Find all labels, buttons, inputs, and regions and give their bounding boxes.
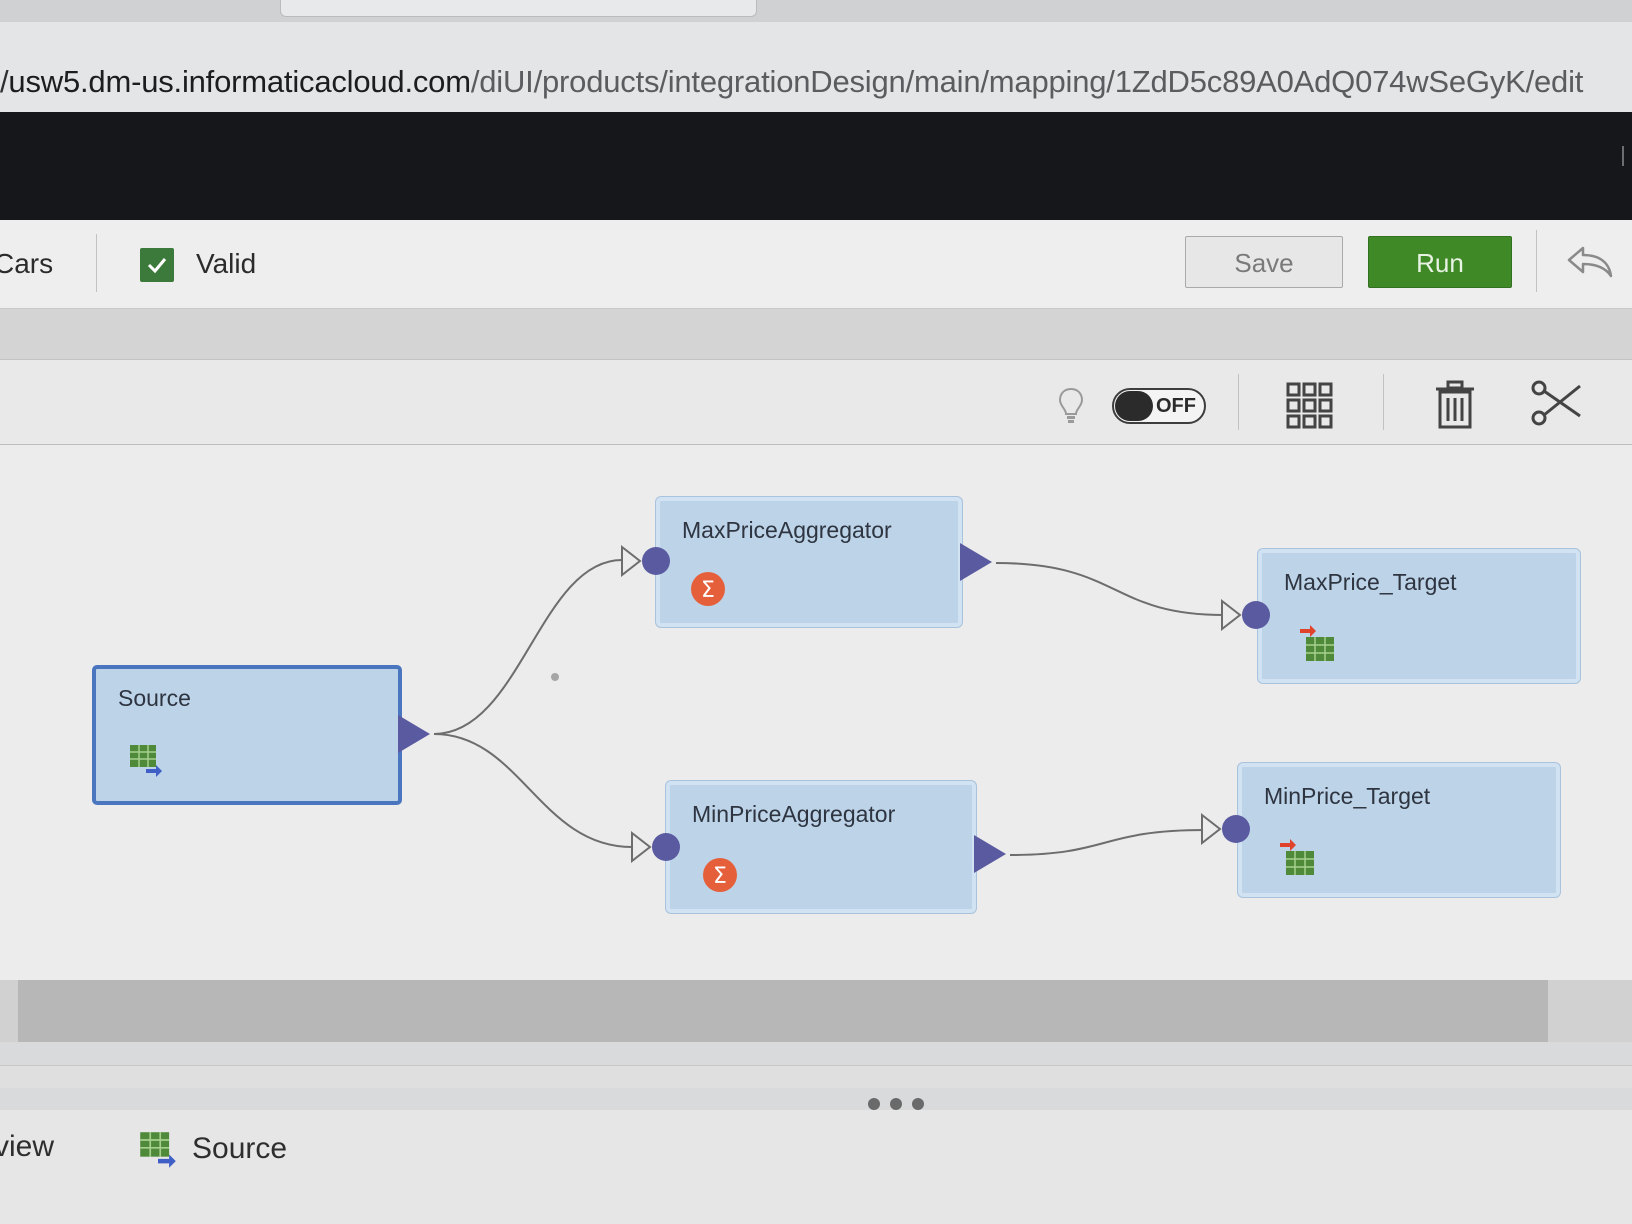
max-target-input-port[interactable] xyxy=(1220,599,1272,631)
source-table-icon xyxy=(140,1132,176,1168)
min-agg-input-port[interactable] xyxy=(630,831,682,863)
toolbar-divider xyxy=(1536,230,1537,292)
toggle-label: OFF xyxy=(1156,395,1196,417)
node-title: Source xyxy=(118,685,191,711)
url-host: usw5.dm-us.informaticacloud.com xyxy=(8,64,471,99)
app-header xyxy=(0,112,1632,220)
tab-source[interactable]: Source xyxy=(192,1132,287,1166)
valid-check-icon xyxy=(140,248,174,282)
node-title: MinPriceAggregator xyxy=(692,801,896,827)
min-agg-output-port[interactable] xyxy=(974,835,1008,873)
aggregator-sigma-icon: Σ xyxy=(691,572,725,606)
source-output-port[interactable] xyxy=(398,715,432,753)
node-title: MaxPriceAggregator xyxy=(682,517,892,543)
max-price-target-node[interactable]: MaxPrice_Target xyxy=(1258,549,1580,683)
source-node[interactable]: Source xyxy=(92,665,402,805)
mapping-canvas[interactable]: Source MaxPriceAggregator Σ MinPriceAggr… xyxy=(0,445,1632,980)
url-path: /diUI/products/integrationDesign/main/ma… xyxy=(470,64,1584,99)
browser-tab[interactable] xyxy=(280,0,757,17)
run-button[interactable]: Run xyxy=(1368,236,1512,288)
trash-icon[interactable] xyxy=(1434,380,1476,430)
toolbar-divider xyxy=(96,234,97,292)
mapping-toolbar: Cars Valid Save Run xyxy=(0,220,1632,309)
canvas-toolbar: OFF xyxy=(0,360,1632,445)
address-url[interactable]: /usw5.dm-us.informaticacloud.com/diUI/pr… xyxy=(0,64,1583,100)
arrange-grid-icon[interactable] xyxy=(1286,382,1334,430)
link-source-to-min[interactable] xyxy=(433,733,633,848)
tools-divider xyxy=(1238,374,1239,430)
link-min-to-target[interactable] xyxy=(1009,829,1206,856)
link-source-to-max[interactable] xyxy=(433,559,623,735)
app-screen: /usw5.dm-us.informaticacloud.com/diUI/pr… xyxy=(0,0,1632,1224)
save-button[interactable]: Save xyxy=(1185,236,1343,288)
node-title: MaxPrice_Target xyxy=(1284,569,1457,595)
undo-icon[interactable] xyxy=(1565,242,1615,282)
node-title: MinPrice_Target xyxy=(1264,783,1431,809)
source-table-icon xyxy=(130,745,162,777)
target-table-icon xyxy=(1300,625,1334,661)
lightbulb-icon[interactable] xyxy=(1057,386,1085,426)
browser-address-bar[interactable]: /usw5.dm-us.informaticacloud.com/diUI/pr… xyxy=(0,22,1632,113)
min-price-aggregator-node[interactable]: MinPriceAggregator Σ xyxy=(666,781,976,913)
canvas-scrollbar-thumb[interactable] xyxy=(18,980,1548,1042)
status-label: Valid xyxy=(196,248,257,279)
canvas-speck xyxy=(551,673,559,681)
tab-preview[interactable]: view xyxy=(0,1130,54,1164)
browser-tab-strip xyxy=(0,0,1632,22)
target-table-icon xyxy=(1280,839,1314,875)
toggle-knob xyxy=(1115,391,1153,421)
max-price-aggregator-node[interactable]: MaxPriceAggregator Σ xyxy=(656,497,962,627)
tools-divider xyxy=(1383,374,1384,430)
scissors-icon[interactable] xyxy=(1530,378,1584,428)
min-target-input-port[interactable] xyxy=(1200,813,1252,845)
properties-band xyxy=(0,309,1632,360)
max-agg-output-port[interactable] xyxy=(960,543,994,581)
svg-text:Σ: Σ xyxy=(713,864,727,889)
auto-link-toggle[interactable]: OFF xyxy=(1112,388,1206,424)
max-agg-input-port[interactable] xyxy=(620,545,672,577)
mapping-name[interactable]: Cars xyxy=(0,248,53,280)
header-edge-marker xyxy=(1622,146,1624,166)
min-price-target-node[interactable]: MinPrice_Target xyxy=(1238,763,1560,897)
panel-splitter[interactable] xyxy=(0,1065,1632,1088)
svg-text:Σ: Σ xyxy=(701,578,715,603)
link-max-to-target[interactable] xyxy=(995,562,1225,616)
properties-panel: view Source xyxy=(0,1110,1632,1224)
aggregator-sigma-icon: Σ xyxy=(703,858,737,892)
